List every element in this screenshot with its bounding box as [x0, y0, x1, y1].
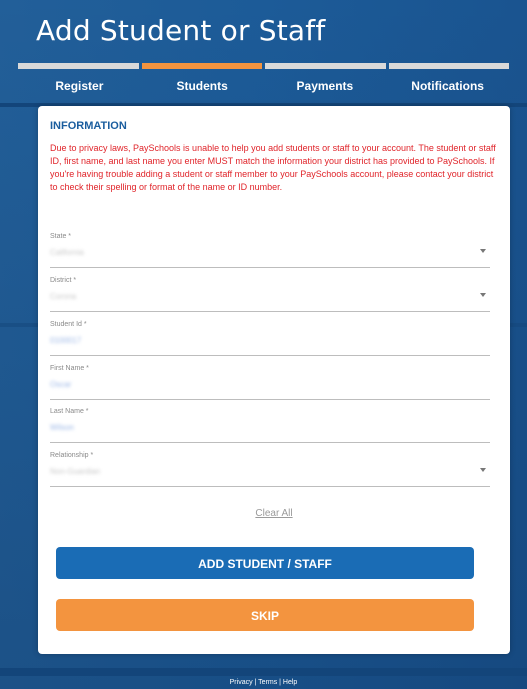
add-student-button[interactable]: ADD STUDENT / STAFF: [56, 547, 474, 579]
tab-register[interactable]: Register: [18, 75, 141, 97]
step-bar-students: [141, 63, 262, 69]
step-bar-register: [18, 63, 139, 69]
section-heading: INFORMATION: [50, 120, 127, 132]
student-id-label: Student Id *: [50, 321, 87, 328]
last-name-input[interactable]: Last Name * Wilson: [50, 408, 490, 443]
first-name-value: Oscar: [50, 380, 72, 389]
last-name-value: Wilson: [50, 423, 75, 432]
chevron-down-icon: [480, 249, 486, 253]
privacy-notice: Due to privacy laws, PaySchools is unabl…: [50, 143, 496, 192]
skip-button[interactable]: SKIP: [56, 599, 474, 631]
last-name-label: Last Name *: [50, 408, 89, 415]
state-value: California: [50, 248, 84, 257]
district-value: Corona: [50, 292, 77, 301]
form-card: INFORMATION Due to privacy laws, PayScho…: [38, 106, 510, 654]
relationship-select[interactable]: Relationship * Non-Guardian: [50, 452, 490, 487]
footer-links[interactable]: Privacy | Terms | Help: [0, 679, 527, 686]
student-id-input[interactable]: Student Id * 0100017: [50, 321, 490, 356]
step-tabs: Register Students Payments Notifications: [18, 75, 509, 97]
step-bar-payments: [265, 63, 386, 69]
tab-students[interactable]: Students: [141, 75, 264, 97]
tab-notifications[interactable]: Notifications: [386, 75, 509, 97]
district-label: District *: [50, 277, 77, 284]
tab-payments[interactable]: Payments: [264, 75, 387, 97]
relationship-value: Non-Guardian: [50, 467, 101, 476]
background-stripe: [0, 668, 527, 676]
step-bar-notifications: [388, 63, 509, 69]
first-name-input[interactable]: First Name * Oscar: [50, 365, 490, 400]
page-title: Add Student or Staff: [36, 14, 326, 47]
clear-all-link[interactable]: Clear All: [38, 508, 510, 519]
chevron-down-icon: [480, 293, 486, 297]
progress-steps: [18, 63, 509, 69]
student-id-value: 0100017: [50, 336, 82, 345]
state-select[interactable]: State * California: [50, 233, 490, 268]
chevron-down-icon: [480, 468, 486, 472]
relationship-label: Relationship *: [50, 452, 94, 459]
first-name-label: First Name *: [50, 365, 89, 372]
state-label: State *: [50, 233, 72, 240]
district-select[interactable]: District * Corona: [50, 277, 490, 312]
